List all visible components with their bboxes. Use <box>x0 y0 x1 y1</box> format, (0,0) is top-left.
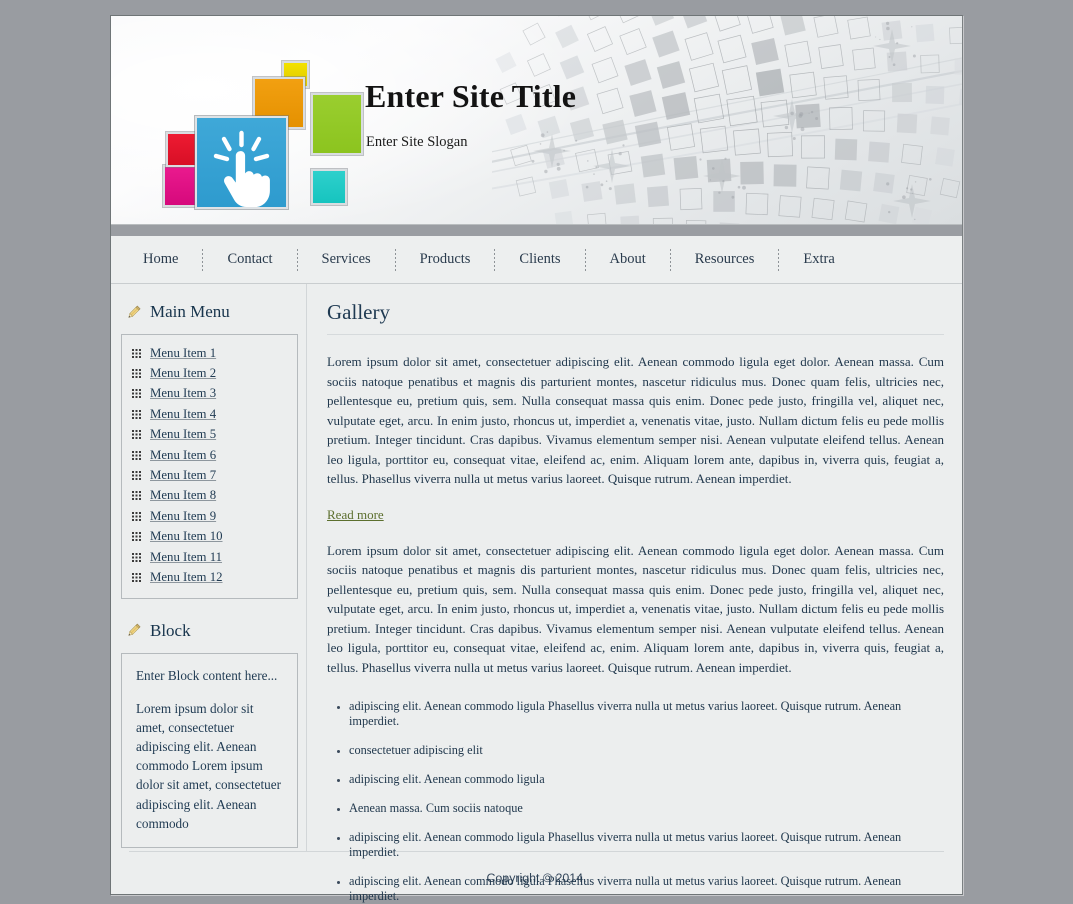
block-body-text: Lorem ipsum dolor sit amet, consectetuer… <box>136 700 282 831</box>
menu-item-link[interactable]: Menu Item 10 <box>150 529 223 544</box>
menu-item-link[interactable]: Menu Item 9 <box>150 509 216 524</box>
menu-item-link[interactable]: Menu Item 11 <box>150 550 222 565</box>
content-paragraph-1: Lorem ipsum dolor sit amet, consectetuer… <box>327 354 944 486</box>
grid-dots-icon <box>132 532 141 542</box>
nav-item-clients[interactable]: Clients <box>495 251 584 268</box>
main-content: Gallery Lorem ipsum dolor sit amet, cons… <box>307 284 962 903</box>
block-placeholder-text: Enter Block content here... <box>136 667 278 683</box>
main-menu-box: Menu Item 1 Menu Item 2 Menu Item 3 Menu… <box>121 334 298 599</box>
list-item[interactable]: Menu Item 4 <box>132 404 289 424</box>
menu-item-link[interactable]: Menu Item 5 <box>150 427 216 442</box>
menu-item-link[interactable]: Menu Item 4 <box>150 407 216 422</box>
list-item: adipiscing elit. Aenean commodo ligula <box>337 772 944 787</box>
content-heading: Gallery <box>327 300 944 335</box>
sidebar: Main Menu Menu Item 1 Menu Item 2 Menu I… <box>111 284 307 851</box>
list-item: adipiscing elit. Aenean commodo ligula P… <box>337 874 944 904</box>
nav-item-home[interactable]: Home <box>119 251 202 268</box>
logo-square-green <box>311 93 363 155</box>
list-item[interactable]: Menu Item 2 <box>132 363 289 383</box>
block-heading: Block <box>125 621 306 641</box>
content-bullet-list: adipiscing elit. Aenean commodo ligula P… <box>327 699 944 904</box>
main-navigation: Home Contact Services Products Clients A… <box>111 236 962 284</box>
header-nav-divider <box>111 225 962 236</box>
list-item[interactable]: Menu Item 10 <box>132 527 289 547</box>
read-more-link[interactable]: Read more <box>327 507 384 523</box>
pointing-hand-click-icon <box>213 130 270 207</box>
grid-dots-icon <box>132 409 141 419</box>
menu-item-link[interactable]: Menu Item 12 <box>150 570 223 585</box>
grid-dots-icon <box>132 450 141 460</box>
list-item[interactable]: Menu Item 5 <box>132 425 289 445</box>
main-menu-title: Main Menu <box>150 302 230 321</box>
menu-item-link[interactable]: Menu Item 7 <box>150 468 216 483</box>
menu-item-link[interactable]: Menu Item 1 <box>150 346 216 361</box>
page-body: Main Menu Menu Item 1 Menu Item 2 Menu I… <box>111 284 962 903</box>
nav-item-products[interactable]: Products <box>396 251 495 268</box>
list-item[interactable]: Menu Item 6 <box>132 445 289 465</box>
site-container: Enter Site Title Enter Site Slogan Home … <box>110 15 963 903</box>
grid-dots-icon <box>132 471 141 481</box>
pencil-icon[interactable] <box>125 304 142 321</box>
page-title: Enter Site Title <box>365 78 577 114</box>
block-content-box: Enter Block content here... Lorem ipsum … <box>121 652 298 848</box>
menu-item-link[interactable]: Menu Item 6 <box>150 448 216 463</box>
grid-dots-icon <box>132 389 141 399</box>
list-item[interactable]: Menu Item 8 <box>132 486 289 506</box>
block-title: Block <box>150 620 191 640</box>
list-item[interactable]: Menu Item 3 <box>132 384 289 404</box>
list-item: adipiscing elit. Aenean commodo ligula P… <box>337 699 944 729</box>
pencil-icon[interactable] <box>125 622 142 639</box>
grid-dots-icon <box>132 348 141 358</box>
list-item[interactable]: Menu Item 12 <box>132 567 289 587</box>
nav-item-about[interactable]: About <box>586 251 670 268</box>
nav-item-contact[interactable]: Contact <box>203 251 296 268</box>
menu-item-link[interactable]: Menu Item 2 <box>150 366 216 381</box>
list-item: consectetuer adipiscing elit <box>337 743 944 758</box>
grid-dots-icon <box>132 552 141 562</box>
content-paragraph-2: Lorem ipsum dolor sit amet, consectetuer… <box>327 542 944 675</box>
grid-dots-icon <box>132 491 141 501</box>
list-item: adipiscing elit. Aenean commodo ligula P… <box>337 830 944 860</box>
logo-square-blue <box>195 116 288 209</box>
nav-item-extra[interactable]: Extra <box>779 251 858 268</box>
site-logo <box>163 61 363 209</box>
site-header: Enter Site Title Enter Site Slogan <box>111 16 962 225</box>
grid-dots-icon <box>132 430 141 440</box>
grid-dots-icon <box>132 511 141 521</box>
header-abstract-graphic <box>492 16 962 224</box>
list-item[interactable]: Menu Item 11 <box>132 547 289 567</box>
list-item[interactable]: Menu Item 1 <box>132 343 289 363</box>
list-item[interactable]: Menu Item 9 <box>132 506 289 526</box>
grid-dots-icon <box>132 369 141 379</box>
nav-item-resources[interactable]: Resources <box>671 251 779 268</box>
grid-dots-icon <box>132 572 141 582</box>
main-menu-heading: Main Menu <box>125 302 306 322</box>
site-slogan: Enter Site Slogan <box>366 134 468 150</box>
list-item[interactable]: Menu Item 7 <box>132 465 289 485</box>
logo-square-teal <box>311 169 347 205</box>
menu-item-link[interactable]: Menu Item 3 <box>150 386 216 401</box>
nav-item-services[interactable]: Services <box>298 251 395 268</box>
menu-item-link[interactable]: Menu Item 8 <box>150 488 216 503</box>
list-item: Aenean massa. Cum sociis natoque <box>337 801 944 816</box>
